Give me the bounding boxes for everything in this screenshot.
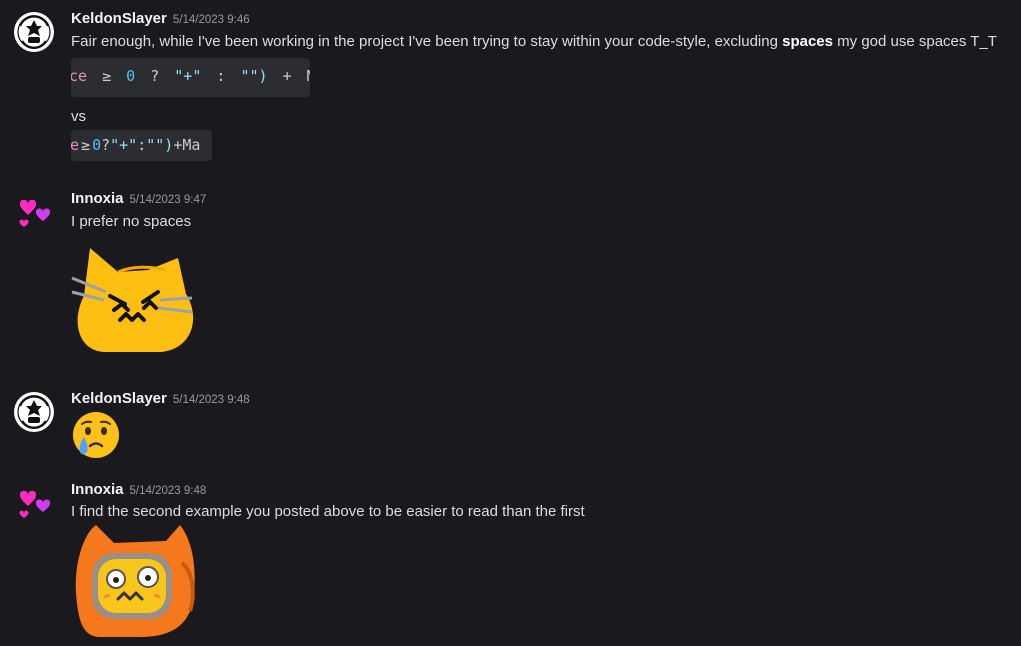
angry-cat-emoji-icon[interactable] — [70, 246, 200, 356]
message-keldon-2: KeldonSlayer 5/14/2023 9:48 — [0, 390, 1021, 460]
message-text: I prefer no spaces — [71, 213, 192, 230]
code-token: 0 — [126, 67, 136, 85]
message-text-part: Fair enough, while I've been working in … — [71, 33, 783, 50]
code-token: e — [71, 136, 80, 154]
message-header: KeldonSlayer 5/14/2023 9:48 — [71, 390, 250, 408]
code-token: 0 — [92, 136, 102, 154]
message-header: Innoxia 5/14/2023 9:47 — [71, 190, 206, 208]
username[interactable]: Innoxia — [71, 481, 124, 498]
code-token: : — [216, 67, 226, 85]
message-text: Fair enough, while I've been working in … — [71, 33, 997, 50]
message-text: I find the second example you posted abo… — [71, 503, 585, 520]
timestamp[interactable]: 5/14/2023 9:48 — [130, 485, 207, 497]
message-header: KeldonSlayer 5/14/2023 9:46 — [71, 10, 250, 28]
avatar-coffee-icon[interactable] — [14, 392, 54, 432]
username[interactable]: Innoxia — [71, 190, 124, 207]
code-token: Ma — [182, 136, 201, 154]
code-screenshot-image-1[interactable]: ce ≥ 0 ? "+" : "") + Ma — [71, 58, 310, 97]
code-token: ce — [71, 67, 88, 85]
code-token: "+" — [110, 136, 138, 154]
code-token: ? — [150, 67, 160, 85]
username[interactable]: KeldonSlayer — [71, 10, 167, 27]
timestamp[interactable]: 5/14/2023 9:47 — [130, 194, 207, 206]
avatar-coffee-icon[interactable] — [14, 12, 54, 52]
code-token: "") — [240, 67, 268, 85]
code-token: + — [282, 67, 292, 85]
vs-text: vs — [71, 108, 86, 125]
code-token: ≥ — [102, 67, 112, 85]
avatar-hearts-icon[interactable] — [14, 483, 54, 523]
crying-face-emoji-icon[interactable] — [71, 410, 121, 460]
code-token: ≥ — [81, 136, 91, 154]
code-token: : — [137, 136, 147, 154]
code-token: Ma — [307, 58, 310, 95]
avatar-hearts-icon[interactable] — [14, 192, 54, 232]
timestamp[interactable]: 5/14/2023 9:48 — [173, 394, 250, 406]
message-header: Innoxia 5/14/2023 9:48 — [71, 481, 206, 499]
username[interactable]: KeldonSlayer — [71, 390, 167, 407]
code-token: "") — [146, 136, 174, 154]
message-text-part: my god use spaces T_T — [832, 33, 997, 50]
code-token: ? — [101, 136, 111, 154]
hooded-cat-emoji-icon[interactable] — [70, 523, 200, 638]
message-text-bold: spaces — [782, 33, 833, 50]
code-token: "+" — [174, 67, 202, 85]
timestamp[interactable]: 5/14/2023 9:46 — [173, 14, 250, 26]
code-screenshot-image-2[interactable]: e ≥0?"+":"")+Ma — [71, 130, 212, 161]
message-keldon-1: KeldonSlayer 5/14/2023 9:46 Fair enough, … — [0, 10, 1021, 170]
code-token: + — [173, 136, 183, 154]
message-innoxia-2: Innoxia 5/14/2023 9:48 I find the second … — [0, 481, 1021, 646]
message-innoxia-1: Innoxia 5/14/2023 9:47 I prefer no spaces — [0, 190, 1021, 370]
